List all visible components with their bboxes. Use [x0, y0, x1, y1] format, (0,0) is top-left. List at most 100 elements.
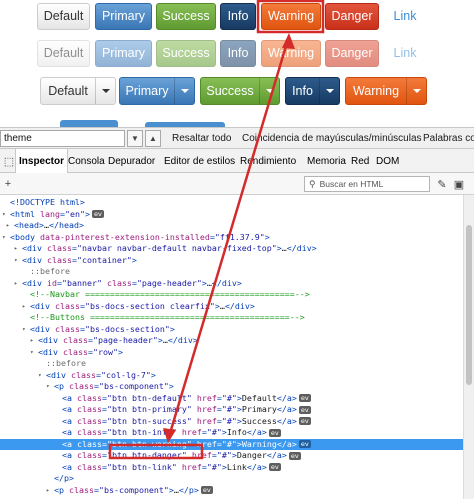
tree-node[interactable]: ▾ <div class="row">	[0, 347, 463, 359]
danger-button-disabled[interactable]: Danger	[325, 40, 379, 67]
collapse-triangle-icon[interactable]: ▾	[38, 370, 46, 382]
tree-node[interactable]: ▾ <html lang="en"> ev	[0, 209, 463, 221]
default-button-disabled[interactable]: Default	[37, 40, 90, 67]
tree-node[interactable]: <a class="btn btn-danger" href="#">Dange…	[0, 450, 463, 462]
success-dropdown-button[interactable]: Success	[200, 77, 280, 105]
event-badge[interactable]: ev	[268, 428, 281, 437]
success-button[interactable]: Success	[156, 3, 216, 30]
find-next-button[interactable]: ▼	[127, 130, 143, 147]
tree-node[interactable]: ▾ <body data-pinterest-extension-installe…	[0, 232, 463, 244]
collapse-triangle-icon[interactable]: ▾	[22, 324, 30, 336]
tree-node[interactable]: ▾ <div class="col-lg-7">	[0, 370, 463, 382]
tab-network[interactable]: Red	[351, 149, 369, 173]
tree-node[interactable]: ▸ <div class="page-header">…</div>	[0, 335, 463, 347]
collapse-triangle-icon[interactable]: ▾	[46, 381, 54, 393]
expand-triangle-icon[interactable]: ▸	[6, 220, 14, 232]
html-search-input[interactable]: ⚲ Buscar en HTML	[304, 176, 430, 192]
link-button[interactable]: Link	[385, 3, 425, 30]
highlight-all-option[interactable]: Resaltar todo	[172, 133, 231, 144]
tree-node[interactable]: ::before	[0, 358, 463, 370]
tree-node[interactable]: ▸ <head>…</head>	[0, 220, 463, 232]
primary-dropdown-button[interactable]: Primary	[119, 77, 195, 105]
search-placeholder: Buscar en HTML	[319, 179, 384, 189]
tree-scrollbar[interactable]	[463, 195, 474, 499]
event-badge[interactable]: ev	[298, 417, 311, 425]
tree-node[interactable]: <a class="btn btn-warning" href="#">Warn…	[0, 438, 463, 450]
default-dropdown-button[interactable]: Default	[40, 77, 116, 105]
event-badge[interactable]: ev	[268, 463, 281, 471]
screenshot-icon[interactable]: ▣	[452, 177, 466, 191]
tab-style-editor[interactable]: Editor de estilos	[164, 149, 235, 173]
expand-triangle-icon[interactable]: ▸	[22, 301, 30, 313]
eyedropper-icon[interactable]: ✎	[435, 177, 449, 191]
caret-down-icon	[174, 78, 194, 104]
expand-triangle-icon[interactable]: ▸	[14, 243, 22, 255]
event-badge[interactable]: ev	[298, 405, 311, 414]
dropdown-label: Default	[48, 83, 88, 98]
tree-node[interactable]: <!DOCTYPE html>	[0, 197, 463, 209]
event-badge[interactable]: ev	[288, 451, 301, 460]
add-node-icon[interactable]: +	[1, 177, 15, 191]
match-case-option[interactable]: Coincidencia de mayúsculas/minúsculas	[242, 133, 422, 144]
tree-node[interactable]: <!--Buttons ============================…	[0, 312, 463, 324]
info-button[interactable]: Info	[220, 3, 256, 30]
caret-down-icon	[95, 78, 115, 104]
tree-node[interactable]: ▸ <div class="navbar navbar-default navba…	[0, 243, 463, 255]
tree-node[interactable]: <!--Navbar =============================…	[0, 289, 463, 301]
primary-button[interactable]: Primary	[95, 3, 152, 30]
link-button-disabled[interactable]: Link	[385, 40, 425, 67]
warning-button-disabled[interactable]: Warning	[261, 40, 321, 67]
tree-node[interactable]: <a class="btn btn-primary" href="#">Prim…	[0, 404, 463, 416]
warning-dropdown-button[interactable]: Warning	[345, 77, 427, 105]
dropdown-label: Primary	[125, 83, 169, 98]
scrollbar-thumb[interactable]	[466, 225, 472, 385]
pick-element-icon[interactable]: ⬚	[2, 154, 16, 168]
tree-node[interactable]: </p>	[0, 473, 463, 485]
tree-node[interactable]: ▾ <div class="bs-docs-section">	[0, 324, 463, 336]
tree-node[interactable]: ▾ <div class="container">	[0, 255, 463, 267]
tab-performance[interactable]: Rendimiento	[240, 149, 296, 173]
dropdown-label: Warning	[352, 83, 400, 98]
tree-node[interactable]: <a class="btn btn-success" href="#">Succ…	[0, 416, 463, 428]
inspector-toolbar: + ⚲ Buscar en HTML ✎ ▣	[0, 173, 474, 195]
dropdown-label: Success	[206, 83, 254, 98]
tab-debugger[interactable]: Depurador	[108, 149, 155, 173]
event-badge[interactable]: ev	[91, 210, 104, 218]
arrow-down-icon: ▼	[131, 134, 139, 143]
tab-memory[interactable]: Memoria	[307, 149, 346, 173]
tree-node[interactable]: ▸ <p class="bs-component">…</p> ev	[0, 485, 463, 497]
event-badge[interactable]: ev	[298, 440, 311, 448]
tree-node[interactable]: <a class="btn btn-link" href="#">Link</a…	[0, 462, 463, 474]
whole-words-option[interactable]: Palabras com	[423, 133, 474, 144]
find-input[interactable]	[0, 130, 125, 147]
expand-triangle-icon[interactable]: ▸	[14, 278, 22, 290]
success-button-disabled[interactable]: Success	[156, 40, 216, 67]
arrow-up-icon: ▲	[149, 134, 157, 143]
devtools-tab-bar: ⬚ Inspector Consola Depurador Editor de …	[0, 149, 474, 173]
default-button[interactable]: Default	[37, 3, 90, 30]
tree-node[interactable]: ▸ <div id="banner" class="page-header">…<…	[0, 278, 463, 290]
collapse-triangle-icon[interactable]: ▾	[14, 255, 22, 267]
tab-dom[interactable]: DOM	[376, 149, 399, 173]
primary-button-disabled[interactable]: Primary	[95, 40, 152, 67]
tree-node[interactable]: ▸ <div class="bs-docs-section clearfix">……	[0, 301, 463, 313]
event-badge[interactable]: ev	[298, 394, 311, 402]
tab-inspector[interactable]: Inspector	[15, 149, 69, 173]
tree-node[interactable]: ▾ <p class="bs-component">	[0, 381, 463, 393]
event-badge[interactable]: ev	[200, 486, 213, 494]
expand-triangle-icon[interactable]: ▸	[46, 485, 54, 497]
collapse-triangle-icon[interactable]: ▾	[2, 209, 10, 221]
tree-node[interactable]: <a class="btn btn-info" href="#">Info</a…	[0, 427, 463, 439]
info-dropdown-button[interactable]: Info	[285, 77, 340, 105]
tree-node[interactable]: ::before	[0, 266, 463, 278]
find-bar: ▼ ▲ Resaltar todo Coincidencia de mayúsc…	[0, 127, 474, 149]
find-previous-button[interactable]: ▲	[145, 130, 161, 147]
collapse-triangle-icon[interactable]: ▾	[30, 347, 38, 359]
tree-node[interactable]: <a class="btn btn-default" href="#">Defa…	[0, 393, 463, 405]
warning-button[interactable]: Warning	[261, 3, 321, 30]
tab-console[interactable]: Consola	[68, 149, 105, 173]
danger-button[interactable]: Danger	[325, 3, 379, 30]
expand-triangle-icon[interactable]: ▸	[30, 335, 38, 347]
collapse-triangle-icon[interactable]: ▾	[2, 232, 10, 244]
info-button-disabled[interactable]: Info	[220, 40, 256, 67]
